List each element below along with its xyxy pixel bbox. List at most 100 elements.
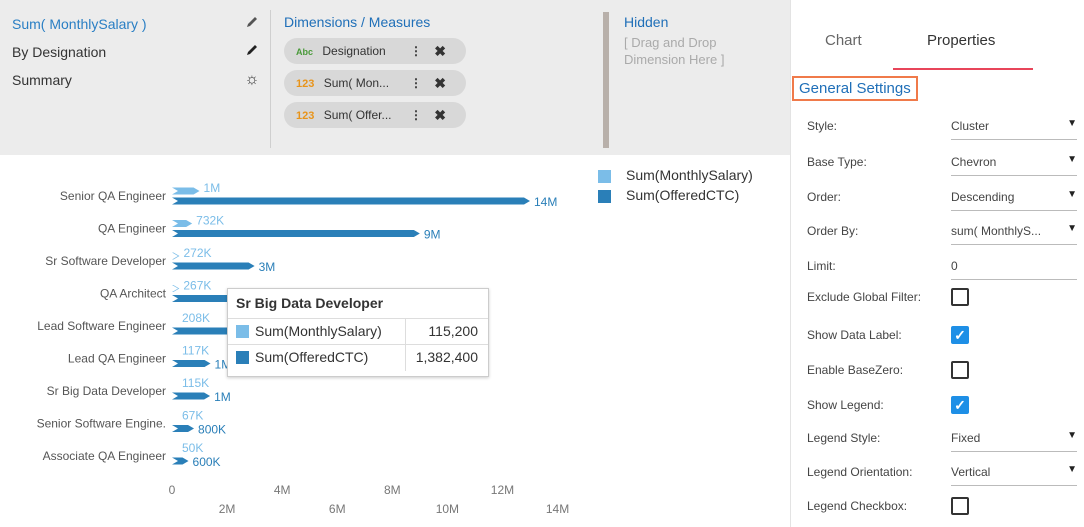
data-label-salary: 208K [182, 311, 210, 325]
x-tick-label: 4M [274, 483, 291, 497]
data-label-salary: 272K [183, 246, 211, 260]
close-icon[interactable]: ✖ [434, 38, 446, 64]
chevron-down-icon[interactable]: ▼ [1067, 430, 1077, 441]
summary-row[interactable]: Summary ☼ [12, 66, 262, 94]
pill-label: Designation [322, 44, 386, 58]
pill-label: Sum( Offer... [323, 108, 392, 122]
hidden-header: Hidden [624, 14, 669, 30]
tab-properties[interactable]: Properties [927, 32, 995, 49]
bar-salary[interactable] [172, 317, 178, 325]
measure-list: Sum( MonthlySalary ) By Designation Summ… [12, 10, 262, 94]
property-select[interactable]: sum( MonthlyS... [951, 224, 1041, 238]
chevron-down-icon[interactable]: ▼ [1067, 223, 1077, 234]
divider [270, 10, 271, 148]
category-label: QA Architect [100, 287, 167, 301]
data-label-salary: 1M [204, 181, 221, 195]
chevron-down-icon[interactable]: ▼ [1067, 154, 1077, 165]
pill-designation[interactable]: Abc Designation ⋮ ✖ [284, 38, 466, 64]
property-checkbox[interactable] [951, 361, 969, 379]
property-row: Limit: 0 [807, 252, 1077, 280]
category-label: Lead QA Engineer [68, 352, 166, 366]
property-row: Legend Style: Fixed ▼ [807, 424, 1077, 452]
general-settings-header[interactable]: General Settings [792, 76, 918, 101]
bar-salary[interactable] [172, 447, 178, 455]
category-label: Associate QA Engineer [43, 449, 166, 463]
more-icon[interactable]: ⋮ [410, 70, 422, 96]
bar-salary[interactable] [172, 285, 180, 292]
bar-salary[interactable] [172, 187, 200, 195]
chevron-down-icon[interactable]: ▼ [1067, 464, 1077, 475]
bar-ctc[interactable] [172, 197, 530, 205]
pill-sum-monthly[interactable]: 123 Sum( Mon... ⋮ ✖ [284, 70, 466, 96]
tooltip-value: 115,200 [428, 323, 478, 339]
legend-swatch [598, 190, 611, 203]
field-underline [951, 175, 1077, 176]
property-select[interactable]: Chevron [951, 155, 996, 169]
group-by-label: By Designation [12, 44, 107, 60]
resize-handle[interactable] [603, 12, 609, 148]
dimensions-measures: Dimensions / Measures Abc Designation ⋮ … [284, 14, 466, 134]
type-badge: 123 [296, 110, 315, 122]
property-checkbox[interactable] [951, 288, 969, 306]
pencil-icon[interactable] [242, 38, 262, 66]
tooltip-swatch [236, 351, 249, 364]
bar-ctc[interactable] [172, 425, 195, 432]
hidden-dropzone[interactable]: Hidden [ Drag and Drop Dimension Here ] [624, 14, 774, 68]
property-select[interactable]: Cluster [951, 119, 989, 133]
chevron-down-icon[interactable]: ▼ [1067, 189, 1077, 200]
legend-item-ctc[interactable]: Sum(OfferedCTC) [598, 186, 753, 206]
property-row: Legend Checkbox: [807, 492, 1077, 520]
category-label: Sr Big Data Developer [47, 384, 166, 398]
x-tick-label: 12M [491, 483, 514, 497]
pill-sum-offered[interactable]: 123 Sum( Offer... ⋮ ✖ [284, 102, 466, 128]
more-icon[interactable]: ⋮ [410, 38, 422, 64]
analysis-panel: Sum( MonthlySalary ) By Designation Summ… [0, 0, 790, 155]
field-underline [951, 210, 1077, 211]
property-select[interactable]: Descending [951, 190, 1014, 204]
property-input[interactable]: 0 [951, 259, 958, 273]
legend-label: Sum(OfferedCTC) [626, 187, 740, 203]
bar-ctc[interactable] [172, 457, 189, 465]
data-label-salary: 117K [182, 344, 209, 358]
property-select[interactable]: Fixed [951, 431, 980, 445]
bar-salary[interactable] [172, 415, 178, 422]
data-label-salary: 115K [182, 376, 209, 390]
bar-salary[interactable] [172, 382, 178, 390]
close-icon[interactable]: ✖ [434, 102, 446, 128]
property-select[interactable]: Vertical [951, 465, 990, 479]
bar-ctc[interactable] [172, 262, 255, 270]
bar-ctc[interactable] [172, 360, 211, 367]
x-tick-label: 6M [329, 502, 346, 516]
tab-chart[interactable]: Chart [825, 32, 862, 49]
property-checkbox[interactable] [951, 497, 969, 515]
pencil-icon[interactable] [242, 10, 262, 38]
property-label: Enable BaseZero: [807, 363, 904, 377]
bar-salary[interactable] [172, 350, 178, 357]
property-label: Legend Orientation: [807, 465, 913, 479]
chevron-down-icon[interactable]: ▼ [1067, 118, 1077, 129]
more-icon[interactable]: ⋮ [410, 102, 422, 128]
category-label: Senior QA Engineer [60, 189, 166, 203]
bar-ctc[interactable] [172, 230, 420, 237]
property-label: Legend Checkbox: [807, 499, 908, 513]
bar-salary[interactable] [172, 252, 180, 260]
category-label: QA Engineer [98, 222, 166, 236]
property-row: Exclude Global Filter: [807, 283, 1077, 311]
property-checkbox[interactable]: ✓ [951, 326, 969, 344]
data-label-salary: 67K [182, 409, 203, 423]
property-row: Enable BaseZero: [807, 356, 1077, 384]
property-checkbox[interactable]: ✓ [951, 396, 969, 414]
property-row: Show Legend: ✓ [807, 391, 1077, 419]
x-tick-label: 2M [219, 502, 236, 516]
category-label: Lead Software Engineer [37, 319, 166, 333]
measure-title-row[interactable]: Sum( MonthlySalary ) [12, 10, 262, 38]
x-tick-label: 0 [169, 483, 176, 497]
bar-ctc[interactable] [172, 392, 211, 400]
dimensions-header: Dimensions / Measures [284, 14, 431, 30]
group-by-row[interactable]: By Designation [12, 38, 262, 66]
close-icon[interactable]: ✖ [434, 70, 446, 96]
gear-icon[interactable]: ☼ [242, 66, 262, 94]
property-label: Show Data Label: [807, 328, 902, 342]
bar-salary[interactable] [172, 220, 193, 227]
legend-item-salary[interactable]: Sum(MonthlySalary) [598, 166, 753, 186]
